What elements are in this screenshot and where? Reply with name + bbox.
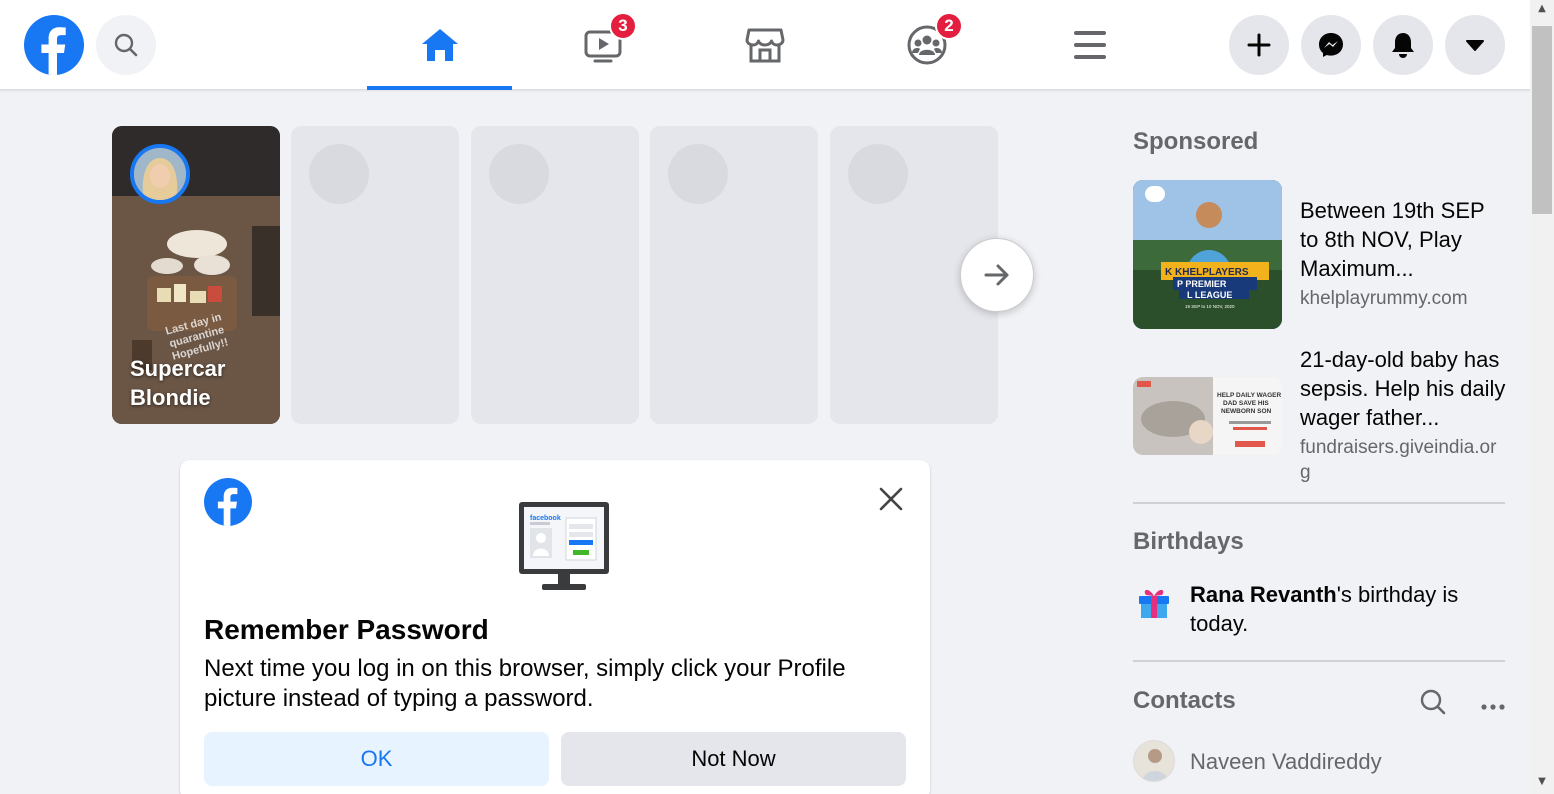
groups-notification-badge: 2: [935, 12, 963, 40]
contacts-search-button[interactable]: [1419, 688, 1447, 721]
story-placeholder: [650, 126, 818, 424]
watch-notification-badge: 3: [609, 12, 637, 40]
story-placeholder: [471, 126, 639, 424]
ad-title[interactable]: 21-day-old baby has sepsis. Help his dai…: [1300, 345, 1506, 432]
home-icon: [421, 29, 458, 61]
svg-text:NEWBORN SON: NEWBORN SON: [1221, 408, 1272, 415]
ad-image[interactable]: K KHELPLAYERS P PREMIER L LEAGUE 19 SEP …: [1133, 180, 1282, 329]
contact-name[interactable]: Naveen Vaddireddy: [1190, 749, 1382, 775]
search-icon: [114, 33, 138, 57]
avatar[interactable]: [1133, 740, 1175, 782]
story-placeholder: [291, 126, 459, 424]
gift-icon: [1136, 584, 1172, 625]
tab-marketplace[interactable]: [692, 0, 837, 90]
stories-next-button[interactable]: [960, 238, 1034, 312]
story-author-name: Supercar Blondie: [130, 356, 226, 410]
bell-icon: [1392, 33, 1414, 58]
search-button[interactable]: [96, 15, 156, 75]
ok-button[interactable]: OK: [204, 732, 549, 786]
ad-title[interactable]: Between 19th SEP to 8th NOV, Play Maximu…: [1300, 196, 1506, 283]
account-menu-button[interactable]: [1445, 15, 1505, 75]
more-options-icon: [1481, 704, 1505, 710]
remember-password-card: facebook Remember Password Next time you…: [180, 460, 930, 794]
hamburger-menu-icon: [1073, 31, 1106, 59]
marketplace-store-icon: [745, 28, 784, 63]
notifications-button[interactable]: [1373, 15, 1433, 75]
close-icon: [879, 487, 903, 511]
birthday-person-name[interactable]: Rana Revanth: [1190, 582, 1337, 607]
divider: [1133, 660, 1505, 662]
search-icon: [1420, 689, 1446, 715]
computer-illustration-icon: facebook: [518, 500, 610, 592]
contacts-options-button[interactable]: [1480, 698, 1506, 716]
svg-text:19 SEP to 10 NOV, 2020: 19 SEP to 10 NOV, 2020: [1185, 304, 1235, 309]
tab-watch[interactable]: 3: [530, 0, 675, 90]
svg-text:facebook: facebook: [530, 515, 561, 522]
tab-home[interactable]: [367, 0, 512, 90]
messenger-icon: [1319, 33, 1343, 57]
tab-groups[interactable]: 2: [854, 0, 999, 90]
sponsored-heading: Sponsored: [1133, 128, 1259, 155]
messenger-button[interactable]: [1301, 15, 1361, 75]
facebook-logo-icon: [204, 478, 252, 526]
svg-text:HELP DAILY WAGER: HELP DAILY WAGER: [1217, 392, 1281, 399]
plus-icon: [1247, 33, 1271, 57]
close-button[interactable]: [874, 482, 908, 516]
not-now-button[interactable]: Not Now: [561, 732, 906, 786]
facebook-logo-icon[interactable]: [24, 15, 84, 75]
ad-domain[interactable]: khelplayrummy.com: [1300, 286, 1506, 311]
svg-text:DAD SAVE HIS: DAD SAVE HIS: [1223, 400, 1269, 407]
svg-text:P PREMIER: P PREMIER: [1177, 279, 1227, 289]
divider: [1133, 502, 1505, 504]
card-description: Next time you log in on this browser, si…: [204, 655, 846, 712]
scroll-up-arrow-icon[interactable]: ▲: [1536, 3, 1548, 15]
scroll-down-arrow-icon[interactable]: ▼: [1536, 776, 1548, 788]
arrow-right-icon: [984, 264, 1009, 286]
tab-menu[interactable]: [1017, 0, 1162, 90]
birthday-text: Rana Revanth's birthday is today.: [1190, 580, 1490, 638]
ad-image[interactable]: HELP DAILY WAGER DAD SAVE HIS NEWBORN SO…: [1133, 377, 1282, 455]
svg-text:K KHELPLAYERS: K KHELPLAYERS: [1165, 267, 1249, 278]
create-button[interactable]: [1229, 15, 1289, 75]
svg-text:L LEAGUE: L LEAGUE: [1187, 290, 1232, 300]
top-navigation-bar: 3 2: [0, 0, 1530, 90]
contacts-heading: Contacts: [1133, 687, 1236, 714]
card-title: Remember Password: [204, 614, 489, 645]
ad-domain[interactable]: fundraisers.giveindia.org: [1300, 435, 1506, 485]
scrollbar-thumb[interactable]: [1532, 26, 1552, 214]
story-card[interactable]: Last day in quarantine Hopefully!! Super…: [112, 126, 280, 424]
story-avatar: [130, 144, 190, 204]
caret-down-icon: [1466, 40, 1484, 51]
birthdays-heading: Birthdays: [1133, 528, 1244, 555]
